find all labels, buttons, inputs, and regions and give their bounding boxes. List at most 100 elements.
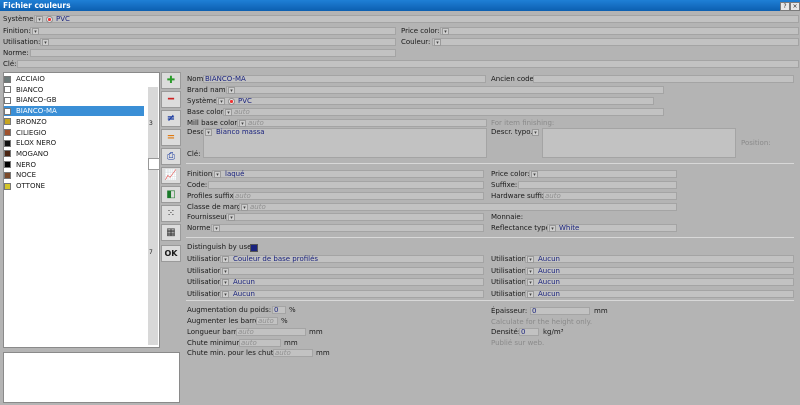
remove-icon[interactable]: ━ — [161, 91, 181, 108]
list-item[interactable]: NOCE — [4, 170, 144, 180]
list-item[interactable]: BIANCO-GB — [4, 95, 144, 105]
longueur-barre-unit: mm — [309, 328, 323, 336]
list-item[interactable]: NERO — [4, 160, 144, 170]
brand-name-field[interactable] — [226, 86, 664, 94]
list-item-label: ACCIAIO — [16, 75, 45, 83]
list-item[interactable]: BIANCO — [4, 85, 144, 95]
chevron-down-icon[interactable]: ▾ — [222, 290, 229, 298]
price-color-field[interactable] — [529, 170, 677, 178]
header-price-color-field[interactable] — [440, 27, 799, 35]
systeme-field[interactable] — [216, 97, 654, 105]
utilisation-field[interactable] — [525, 255, 794, 263]
utilisation-field[interactable] — [220, 278, 484, 286]
chevron-down-icon[interactable]: ▾ — [222, 267, 229, 275]
help-button[interactable]: ? — [780, 2, 790, 11]
profiles-suffix-field[interactable] — [233, 192, 484, 200]
descr-typo-field[interactable] — [542, 128, 736, 158]
list-item[interactable]: MOGANO — [4, 149, 144, 159]
utilisation-label: Utilisation: — [491, 266, 529, 275]
utilisation-field[interactable] — [525, 278, 794, 286]
chevron-down-icon[interactable]: ▾ — [222, 256, 229, 263]
chevron-down-icon[interactable]: ▾ — [532, 129, 539, 136]
chevron-down-icon[interactable]: ▾ — [527, 267, 534, 275]
chevron-down-icon[interactable]: ▾ — [527, 279, 534, 286]
chart-icon[interactable]: 📈 — [161, 167, 181, 184]
add-icon[interactable]: ✚ — [161, 72, 181, 89]
chevron-down-icon[interactable]: ▾ — [442, 28, 449, 35]
chevron-down-icon[interactable]: ▾ — [527, 290, 534, 298]
grid-icon[interactable]: ⁙ — [161, 205, 181, 222]
header-norme-field[interactable] — [30, 49, 396, 57]
list-item[interactable]: BIANCO-MA — [4, 106, 144, 117]
base-color-field[interactable] — [223, 108, 664, 116]
aug-barres-value: auto — [258, 317, 274, 325]
chevron-down-icon[interactable]: ▾ — [36, 16, 43, 23]
chevron-down-icon[interactable]: ▾ — [225, 109, 232, 116]
utilisation-value: Aucun — [233, 278, 255, 286]
chevron-down-icon[interactable]: ▾ — [239, 120, 246, 127]
notes-area[interactable] — [3, 352, 180, 403]
profile-icon[interactable]: ◧ — [161, 186, 181, 203]
fournisseur-field[interactable] — [226, 213, 484, 221]
profiles-suffix-value: auto — [235, 192, 251, 200]
chevron-down-icon[interactable]: ▾ — [213, 225, 220, 232]
chevron-down-icon[interactable]: ▾ — [42, 39, 49, 46]
utilisation-value: Aucun — [538, 255, 560, 263]
hardware-suffix-field[interactable] — [543, 192, 677, 200]
publie-label: Publié sur web. — [491, 339, 545, 347]
code-field[interactable] — [208, 181, 484, 189]
distinguish-checkbox[interactable] — [250, 244, 258, 252]
header-cle-field[interactable] — [17, 60, 799, 68]
utilisation-field[interactable] — [525, 289, 794, 298]
suffixe-field[interactable] — [518, 181, 677, 189]
chevron-down-icon[interactable]: ▾ — [527, 256, 534, 263]
epaisseur-field[interactable] — [530, 307, 590, 315]
list-item[interactable]: CILIEGIO — [4, 128, 144, 138]
utilisation-value: Aucun — [233, 289, 255, 298]
chute-min-label: Chute minimum: — [187, 339, 246, 347]
utilisation-field[interactable] — [220, 266, 484, 275]
list-item-label: BIANCO — [16, 85, 44, 94]
chevron-down-icon[interactable]: ▾ — [228, 214, 235, 221]
ok-button[interactable]: OK — [161, 245, 181, 262]
close-button[interactable]: × — [790, 2, 800, 11]
not-equal-icon[interactable]: ≠ — [161, 110, 181, 127]
reflectance-label: Reflectance type: — [491, 224, 553, 232]
chevron-down-icon[interactable]: ▾ — [228, 87, 235, 94]
list-item[interactable]: BRONZO — [4, 117, 144, 127]
table-icon[interactable]: ▦ — [161, 224, 181, 241]
chevron-down-icon[interactable]: ▾ — [218, 98, 225, 105]
list-item[interactable]: OTTONE — [4, 181, 144, 191]
scroll-thumb[interactable] — [148, 158, 160, 170]
ancien-code-field[interactable] — [533, 75, 794, 83]
equals-icon[interactable]: = — [161, 129, 181, 146]
chevron-down-icon[interactable]: ▾ — [531, 171, 538, 178]
calc-height-label: Calculate for the height only. — [491, 318, 593, 326]
systeme-value: PVC — [238, 97, 252, 105]
chevron-down-icon[interactable]: ▾ — [241, 204, 248, 211]
norme-field[interactable] — [211, 224, 484, 232]
utilisation-field[interactable] — [220, 289, 484, 298]
chevron-down-icon[interactable]: ▾ — [222, 279, 229, 286]
chevron-down-icon[interactable]: ▾ — [214, 171, 221, 178]
list-item-label: CILIEGIO — [16, 128, 47, 137]
chute-min-unit: mm — [284, 339, 298, 347]
header-cle-label: Clé: — [3, 60, 17, 68]
header-systeme-field[interactable] — [34, 15, 799, 23]
chevron-down-icon[interactable]: ▾ — [434, 39, 441, 46]
classe-marge-field[interactable] — [239, 203, 677, 211]
printer-icon[interactable]: ⎙ — [161, 148, 181, 165]
header-systeme-value: PVC — [56, 15, 70, 23]
list-item[interactable]: ACCIAIO — [4, 74, 144, 84]
header-finition-field[interactable] — [30, 27, 396, 35]
chevron-down-icon[interactable]: ▾ — [205, 129, 212, 136]
utilisation-label: Utilisation: — [187, 289, 225, 298]
finition-field[interactable] — [212, 170, 484, 178]
mill-base-color-field[interactable] — [237, 119, 487, 127]
header-utilisation-field[interactable] — [40, 38, 396, 46]
header-couleur-field[interactable] — [432, 38, 799, 46]
utilisation-field[interactable] — [525, 266, 794, 275]
chevron-down-icon[interactable]: ▾ — [549, 225, 556, 232]
list-item[interactable]: ELOX NERO — [4, 138, 144, 148]
chevron-down-icon[interactable]: ▾ — [32, 28, 39, 35]
